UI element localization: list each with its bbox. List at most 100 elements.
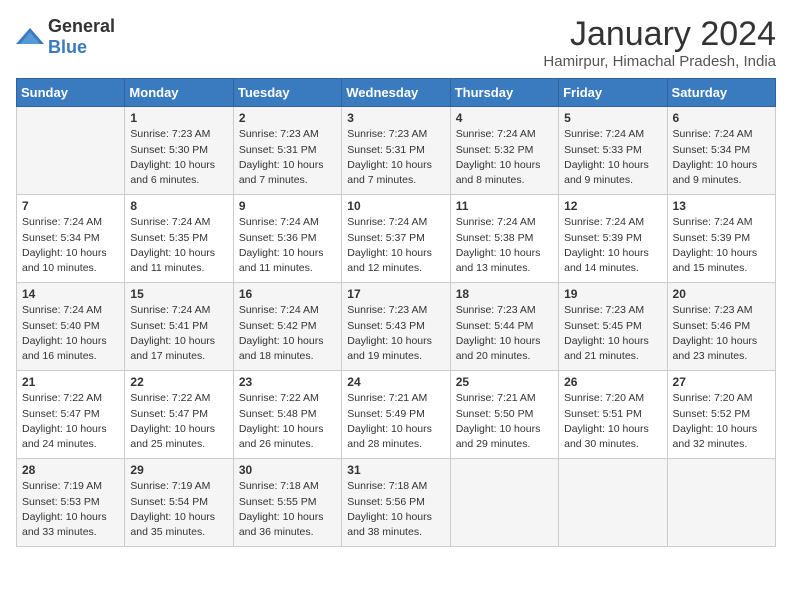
calendar-cell: 26 Sunrise: 7:20 AMSunset: 5:51 PMDaylig… <box>559 371 667 459</box>
day-number: 12 <box>564 199 661 213</box>
day-info: Sunrise: 7:21 AMSunset: 5:49 PMDaylight:… <box>347 391 444 452</box>
day-info: Sunrise: 7:23 AMSunset: 5:30 PMDaylight:… <box>130 127 227 188</box>
day-info: Sunrise: 7:19 AMSunset: 5:54 PMDaylight:… <box>130 479 227 540</box>
weekday-header-saturday: Saturday <box>667 79 775 107</box>
calendar-week-row: 21 Sunrise: 7:22 AMSunset: 5:47 PMDaylig… <box>17 371 776 459</box>
day-number: 11 <box>456 199 553 213</box>
day-number: 30 <box>239 463 336 477</box>
calendar-table: SundayMondayTuesdayWednesdayThursdayFrid… <box>16 78 776 547</box>
calendar-week-row: 28 Sunrise: 7:19 AMSunset: 5:53 PMDaylig… <box>17 459 776 547</box>
day-info: Sunrise: 7:23 AMSunset: 5:31 PMDaylight:… <box>239 127 336 188</box>
calendar-subtitle: Hamirpur, Himachal Pradesh, India <box>543 53 776 70</box>
weekday-header-row: SundayMondayTuesdayWednesdayThursdayFrid… <box>17 79 776 107</box>
calendar-cell: 7 Sunrise: 7:24 AMSunset: 5:34 PMDayligh… <box>17 195 125 283</box>
day-info: Sunrise: 7:22 AMSunset: 5:47 PMDaylight:… <box>22 391 119 452</box>
weekday-header-thursday: Thursday <box>450 79 558 107</box>
day-number: 19 <box>564 287 661 301</box>
day-number: 24 <box>347 375 444 389</box>
logo-general: General <box>48 16 115 36</box>
day-info: Sunrise: 7:24 AMSunset: 5:36 PMDaylight:… <box>239 215 336 276</box>
day-number: 4 <box>456 111 553 125</box>
calendar-cell: 2 Sunrise: 7:23 AMSunset: 5:31 PMDayligh… <box>233 107 341 195</box>
calendar-cell <box>450 459 558 547</box>
calendar-week-row: 7 Sunrise: 7:24 AMSunset: 5:34 PMDayligh… <box>17 195 776 283</box>
day-info: Sunrise: 7:22 AMSunset: 5:48 PMDaylight:… <box>239 391 336 452</box>
calendar-cell: 20 Sunrise: 7:23 AMSunset: 5:46 PMDaylig… <box>667 283 775 371</box>
day-number: 29 <box>130 463 227 477</box>
calendar-cell: 23 Sunrise: 7:22 AMSunset: 5:48 PMDaylig… <box>233 371 341 459</box>
weekday-header-monday: Monday <box>125 79 233 107</box>
calendar-cell: 12 Sunrise: 7:24 AMSunset: 5:39 PMDaylig… <box>559 195 667 283</box>
calendar-cell: 11 Sunrise: 7:24 AMSunset: 5:38 PMDaylig… <box>450 195 558 283</box>
day-number: 5 <box>564 111 661 125</box>
calendar-cell: 28 Sunrise: 7:19 AMSunset: 5:53 PMDaylig… <box>17 459 125 547</box>
day-number: 18 <box>456 287 553 301</box>
day-info: Sunrise: 7:24 AMSunset: 5:39 PMDaylight:… <box>673 215 770 276</box>
day-number: 28 <box>22 463 119 477</box>
calendar-cell: 31 Sunrise: 7:18 AMSunset: 5:56 PMDaylig… <box>342 459 450 547</box>
calendar-cell: 8 Sunrise: 7:24 AMSunset: 5:35 PMDayligh… <box>125 195 233 283</box>
day-number: 1 <box>130 111 227 125</box>
weekday-header-wednesday: Wednesday <box>342 79 450 107</box>
calendar-cell: 18 Sunrise: 7:23 AMSunset: 5:44 PMDaylig… <box>450 283 558 371</box>
day-number: 10 <box>347 199 444 213</box>
day-number: 9 <box>239 199 336 213</box>
calendar-cell: 9 Sunrise: 7:24 AMSunset: 5:36 PMDayligh… <box>233 195 341 283</box>
day-number: 16 <box>239 287 336 301</box>
day-number: 6 <box>673 111 770 125</box>
day-number: 15 <box>130 287 227 301</box>
day-info: Sunrise: 7:24 AMSunset: 5:34 PMDaylight:… <box>22 215 119 276</box>
day-info: Sunrise: 7:23 AMSunset: 5:31 PMDaylight:… <box>347 127 444 188</box>
day-number: 13 <box>673 199 770 213</box>
day-number: 8 <box>130 199 227 213</box>
day-info: Sunrise: 7:18 AMSunset: 5:55 PMDaylight:… <box>239 479 336 540</box>
day-info: Sunrise: 7:24 AMSunset: 5:38 PMDaylight:… <box>456 215 553 276</box>
day-number: 2 <box>239 111 336 125</box>
day-number: 20 <box>673 287 770 301</box>
page-header: General Blue January 2024 Hamirpur, Hima… <box>16 16 776 70</box>
day-number: 21 <box>22 375 119 389</box>
calendar-cell: 13 Sunrise: 7:24 AMSunset: 5:39 PMDaylig… <box>667 195 775 283</box>
calendar-cell: 14 Sunrise: 7:24 AMSunset: 5:40 PMDaylig… <box>17 283 125 371</box>
day-info: Sunrise: 7:23 AMSunset: 5:45 PMDaylight:… <box>564 303 661 364</box>
day-info: Sunrise: 7:19 AMSunset: 5:53 PMDaylight:… <box>22 479 119 540</box>
day-number: 3 <box>347 111 444 125</box>
day-info: Sunrise: 7:24 AMSunset: 5:34 PMDaylight:… <box>673 127 770 188</box>
calendar-week-row: 14 Sunrise: 7:24 AMSunset: 5:40 PMDaylig… <box>17 283 776 371</box>
calendar-cell: 10 Sunrise: 7:24 AMSunset: 5:37 PMDaylig… <box>342 195 450 283</box>
day-info: Sunrise: 7:20 AMSunset: 5:51 PMDaylight:… <box>564 391 661 452</box>
day-info: Sunrise: 7:24 AMSunset: 5:39 PMDaylight:… <box>564 215 661 276</box>
day-number: 23 <box>239 375 336 389</box>
calendar-cell <box>559 459 667 547</box>
day-info: Sunrise: 7:23 AMSunset: 5:44 PMDaylight:… <box>456 303 553 364</box>
day-info: Sunrise: 7:24 AMSunset: 5:37 PMDaylight:… <box>347 215 444 276</box>
day-info: Sunrise: 7:24 AMSunset: 5:32 PMDaylight:… <box>456 127 553 188</box>
day-info: Sunrise: 7:24 AMSunset: 5:40 PMDaylight:… <box>22 303 119 364</box>
day-info: Sunrise: 7:24 AMSunset: 5:42 PMDaylight:… <box>239 303 336 364</box>
day-number: 31 <box>347 463 444 477</box>
logo-blue: Blue <box>48 37 87 57</box>
day-number: 7 <box>22 199 119 213</box>
weekday-header-friday: Friday <box>559 79 667 107</box>
day-info: Sunrise: 7:20 AMSunset: 5:52 PMDaylight:… <box>673 391 770 452</box>
day-info: Sunrise: 7:23 AMSunset: 5:43 PMDaylight:… <box>347 303 444 364</box>
day-info: Sunrise: 7:21 AMSunset: 5:50 PMDaylight:… <box>456 391 553 452</box>
day-number: 22 <box>130 375 227 389</box>
calendar-cell: 15 Sunrise: 7:24 AMSunset: 5:41 PMDaylig… <box>125 283 233 371</box>
calendar-week-row: 1 Sunrise: 7:23 AMSunset: 5:30 PMDayligh… <box>17 107 776 195</box>
day-info: Sunrise: 7:18 AMSunset: 5:56 PMDaylight:… <box>347 479 444 540</box>
calendar-cell: 21 Sunrise: 7:22 AMSunset: 5:47 PMDaylig… <box>17 371 125 459</box>
calendar-cell: 24 Sunrise: 7:21 AMSunset: 5:49 PMDaylig… <box>342 371 450 459</box>
calendar-cell: 25 Sunrise: 7:21 AMSunset: 5:50 PMDaylig… <box>450 371 558 459</box>
day-info: Sunrise: 7:24 AMSunset: 5:35 PMDaylight:… <box>130 215 227 276</box>
day-number: 14 <box>22 287 119 301</box>
calendar-cell: 1 Sunrise: 7:23 AMSunset: 5:30 PMDayligh… <box>125 107 233 195</box>
title-block: January 2024 Hamirpur, Himachal Pradesh,… <box>543 16 776 70</box>
calendar-cell: 29 Sunrise: 7:19 AMSunset: 5:54 PMDaylig… <box>125 459 233 547</box>
calendar-cell: 17 Sunrise: 7:23 AMSunset: 5:43 PMDaylig… <box>342 283 450 371</box>
calendar-cell: 3 Sunrise: 7:23 AMSunset: 5:31 PMDayligh… <box>342 107 450 195</box>
day-info: Sunrise: 7:23 AMSunset: 5:46 PMDaylight:… <box>673 303 770 364</box>
calendar-cell: 6 Sunrise: 7:24 AMSunset: 5:34 PMDayligh… <box>667 107 775 195</box>
calendar-cell: 27 Sunrise: 7:20 AMSunset: 5:52 PMDaylig… <box>667 371 775 459</box>
calendar-cell: 5 Sunrise: 7:24 AMSunset: 5:33 PMDayligh… <box>559 107 667 195</box>
